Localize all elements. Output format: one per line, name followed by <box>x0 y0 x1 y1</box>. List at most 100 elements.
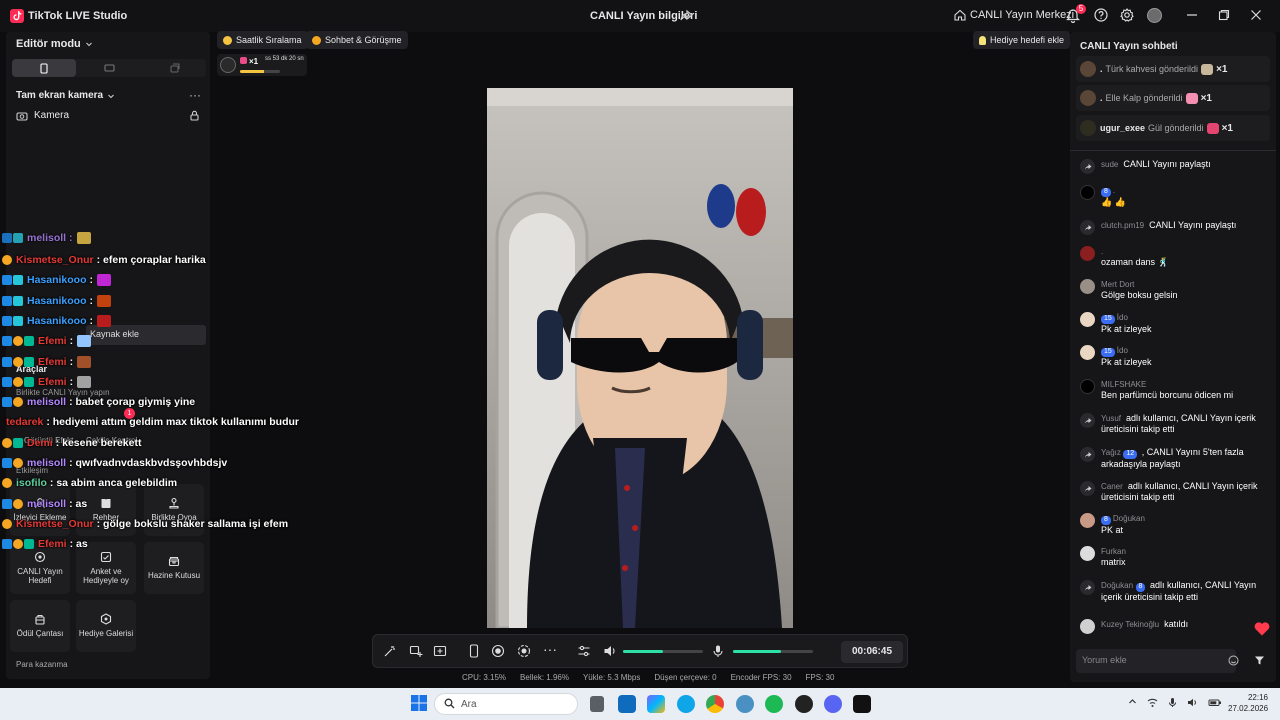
overlay-chat-line: Demi: kesene berekett <box>2 435 141 451</box>
user-avatar[interactable] <box>1147 8 1162 23</box>
chat-comment[interactable]: 8. 👍 👍 <box>1080 185 1270 213</box>
chat-comment[interactable]: Doğukan 8 adlı kullanıcı, CANLI Yayın iç… <box>1080 580 1270 610</box>
chat-call-label: Sohbet & Görüşme <box>325 35 402 45</box>
camera-source-row[interactable]: Kamera <box>16 110 202 121</box>
battery-icon[interactable] <box>1208 697 1222 708</box>
user-badges <box>2 315 23 326</box>
network-icon[interactable] <box>1147 697 1158 708</box>
mic-volume-slider[interactable] <box>733 650 813 653</box>
avatar <box>1080 90 1096 106</box>
scene-dropdown[interactable]: Tam ekran kamera <box>16 90 115 101</box>
emoji-icon[interactable] <box>1228 655 1239 666</box>
reward-bag-card[interactable]: Ödül Çantası <box>10 600 70 652</box>
comment-input[interactable]: Yorum ekle <box>1076 649 1236 673</box>
windows-start-icon[interactable] <box>411 695 427 711</box>
mixer-icon[interactable] <box>577 644 591 658</box>
gift-row[interactable]: ugur_exee Gül gönderildi ×1 <box>1076 115 1270 141</box>
gear-icon[interactable] <box>1120 8 1134 22</box>
more-icon[interactable]: ··· <box>543 641 557 657</box>
overlay-username: Kismetse_Onur <box>16 254 94 266</box>
chat-comment[interactable]: Furkan matrix <box>1080 546 1270 574</box>
outlook-icon[interactable] <box>618 695 636 713</box>
overlay-message: : <box>89 294 94 307</box>
share-icon <box>1080 447 1095 462</box>
chat-comment[interactable]: Yağız 12 , CANLI Yayını 5'ten fazla arka… <box>1080 447 1270 477</box>
gift-goal-button[interactable]: Hediye hedefi ekle <box>973 31 1071 49</box>
chat-comment[interactable]: Kuzey Tekinoğlu katıldı <box>1080 619 1270 637</box>
share-icon[interactable] <box>680 9 693 22</box>
user-badges <box>2 356 34 367</box>
more-options-icon[interactable]: ··· <box>189 88 201 102</box>
gift-row[interactable]: . Türk kahvesi gönderildi ×1 <box>1076 56 1270 82</box>
landscape-icon <box>103 64 115 72</box>
file-explorer-icon[interactable] <box>590 696 604 712</box>
add-widget-icon[interactable] <box>409 644 423 658</box>
replay-icon[interactable] <box>517 644 531 658</box>
chat-comment[interactable]: 15 İdo Pk at izleyek <box>1080 312 1270 340</box>
chat-comment[interactable]: 8 Doğukan PK at <box>1080 513 1270 541</box>
avatar <box>1080 379 1095 394</box>
spotify-icon[interactable] <box>765 695 783 713</box>
editor-mode-dropdown[interactable]: Editör modu <box>16 38 93 50</box>
treasure-box-card[interactable]: Hazine Kutusu <box>144 542 204 594</box>
close-icon[interactable] <box>1250 9 1262 21</box>
discord-icon[interactable] <box>824 695 842 713</box>
github-icon[interactable] <box>795 695 813 713</box>
gift-goal-label: Hediye hedefi ekle <box>990 35 1065 45</box>
chat-call-chip[interactable]: Sohbet & Görüşme <box>306 31 408 49</box>
maximize-icon[interactable] <box>1218 9 1230 21</box>
chat-comment[interactable]: 15 İdo Pk at izleyek <box>1080 345 1270 373</box>
tiktok-taskbar-icon[interactable] <box>853 695 871 713</box>
sticker-emoji <box>97 294 112 307</box>
chat-comment[interactable]: clutch.pm19 CANLI Yayını paylaştı <box>1080 220 1270 238</box>
gift-gallery-icon <box>100 613 112 625</box>
chat-comment[interactable]: Mert Dort Gölge boksu gelsin <box>1080 279 1270 307</box>
avatar <box>1080 513 1095 528</box>
sticker-emoji <box>77 335 92 348</box>
speaker-volume-slider[interactable] <box>623 650 703 653</box>
mini-gift-count: ×1 <box>240 57 258 66</box>
gift-gallery-card[interactable]: Hediye Galerisi <box>76 600 136 652</box>
overlay-message: : gölge bokslu shaker sallama işi efem <box>96 517 289 530</box>
gift-row[interactable]: . Elle Kalp gönderildi ×1 <box>1076 85 1270 111</box>
chat-comment[interactable]: Caner adlı kullanıcı, CANLI Yayın içerik… <box>1080 481 1270 511</box>
chat-comment[interactable]: sude CANLI Yayını paylaştı <box>1080 159 1270 177</box>
add-scene-icon[interactable] <box>433 644 447 658</box>
edge-icon[interactable] <box>677 695 695 713</box>
overlay-message: : <box>69 355 74 368</box>
chat-comment[interactable]: Yusuf adlı kullanıcı, CANLI Yayın içerik… <box>1080 413 1270 443</box>
lock-icon[interactable] <box>190 110 199 121</box>
chat-comment[interactable]: MILFSHAKE Ben parfümcü borcunu ödicen mi <box>1080 379 1270 407</box>
treasure-box-icon <box>168 557 180 567</box>
magic-wand-icon[interactable] <box>383 644 397 658</box>
landscape-mode-button[interactable] <box>77 59 141 77</box>
heart-icon[interactable] <box>1254 622 1270 636</box>
copilot-icon[interactable] <box>647 695 665 713</box>
hourly-ranking-chip[interactable]: Saatlik Sıralama <box>217 31 308 49</box>
tray-speaker-icon[interactable] <box>1187 697 1198 708</box>
minimize-icon[interactable] <box>1186 9 1198 21</box>
phone-icon[interactable] <box>467 644 481 658</box>
overlay-chat-line: Efemi: as <box>2 536 88 552</box>
chevron-up-icon[interactable] <box>1128 697 1137 708</box>
system-clock[interactable]: 22:16 27.02.2026 <box>1228 693 1268 715</box>
help-icon[interactable] <box>1094 8 1108 22</box>
dual-mode-button[interactable] <box>142 59 206 77</box>
filter-icon[interactable] <box>1254 655 1265 666</box>
tray-mic-icon[interactable] <box>1168 697 1177 708</box>
chrome-icon[interactable] <box>706 695 724 713</box>
cpu-stat: CPU: 3.15% <box>462 673 507 682</box>
settings-app-icon[interactable] <box>736 695 754 713</box>
chat-comment[interactable]: . ozaman dans 🕺 <box>1080 246 1270 274</box>
speaker-icon[interactable] <box>603 644 617 658</box>
microphone-icon[interactable] <box>711 644 725 658</box>
taskbar-search[interactable]: Ara <box>434 693 578 715</box>
record-icon[interactable] <box>491 644 505 658</box>
fps-stat: FPS: 30 <box>805 673 835 682</box>
overlay-chat-line: melisoll: qwıfvadnvdaskbvdsşovhbdsjv <box>2 455 227 471</box>
tiktok-logo-icon <box>10 9 24 23</box>
portrait-mode-button[interactable] <box>12 59 76 77</box>
joystick-icon <box>169 498 179 509</box>
book-icon <box>101 499 111 509</box>
live-center-button[interactable]: CANLI Yayın Merkezi <box>954 9 1074 21</box>
